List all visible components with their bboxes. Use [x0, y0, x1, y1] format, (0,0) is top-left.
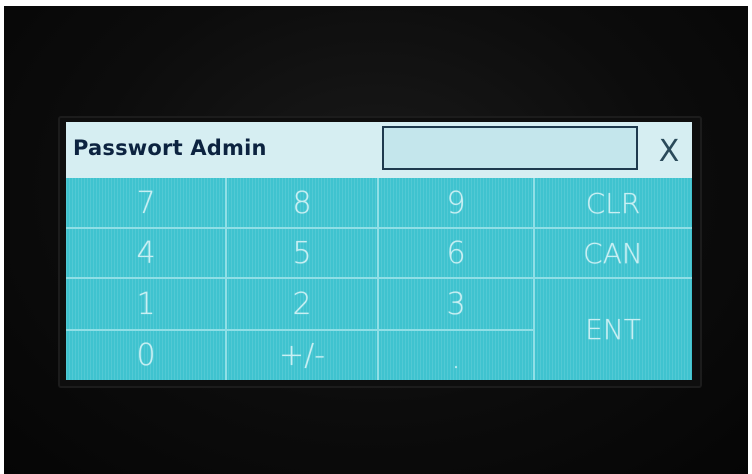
- grid-divider: [66, 277, 692, 279]
- key-3[interactable]: 3: [378, 278, 534, 330]
- key-4[interactable]: 4: [66, 228, 226, 278]
- key-5[interactable]: 5: [226, 228, 378, 278]
- key-clr[interactable]: CLR: [534, 178, 692, 228]
- hmi-screen: Passwort Admin X 7 8 9 CLR 4 5 6 CAN 1 2…: [66, 122, 692, 380]
- numeric-keypad: 7 8 9 CLR 4 5 6 CAN 1 2 3 0 +/- . ENT: [66, 178, 692, 380]
- key-2[interactable]: 2: [226, 278, 378, 330]
- key-7[interactable]: 7: [66, 178, 226, 228]
- grid-divider: [225, 178, 227, 380]
- grid-divider: [66, 329, 534, 331]
- key-decimal-point[interactable]: .: [378, 330, 534, 380]
- key-can[interactable]: CAN: [534, 228, 692, 278]
- photo-border-top: [0, 0, 752, 6]
- key-enter[interactable]: ENT: [534, 278, 692, 380]
- grid-divider: [533, 178, 535, 380]
- photo-border-left: [0, 0, 4, 474]
- grid-divider: [66, 227, 692, 229]
- grid-divider: [377, 178, 379, 380]
- key-8[interactable]: 8: [226, 178, 378, 228]
- dialog-title: Passwort Admin: [73, 136, 267, 160]
- key-0[interactable]: 0: [66, 330, 226, 380]
- key-plus-minus[interactable]: +/-: [226, 330, 378, 380]
- key-1[interactable]: 1: [66, 278, 226, 330]
- password-input[interactable]: [382, 126, 638, 170]
- device-photo-frame: Passwort Admin X 7 8 9 CLR 4 5 6 CAN 1 2…: [0, 0, 752, 474]
- dialog-titlebar: Passwort Admin X: [66, 122, 692, 178]
- key-6[interactable]: 6: [378, 228, 534, 278]
- close-button[interactable]: X: [652, 132, 686, 172]
- key-9[interactable]: 9: [378, 178, 534, 228]
- photo-border-right: [748, 0, 752, 474]
